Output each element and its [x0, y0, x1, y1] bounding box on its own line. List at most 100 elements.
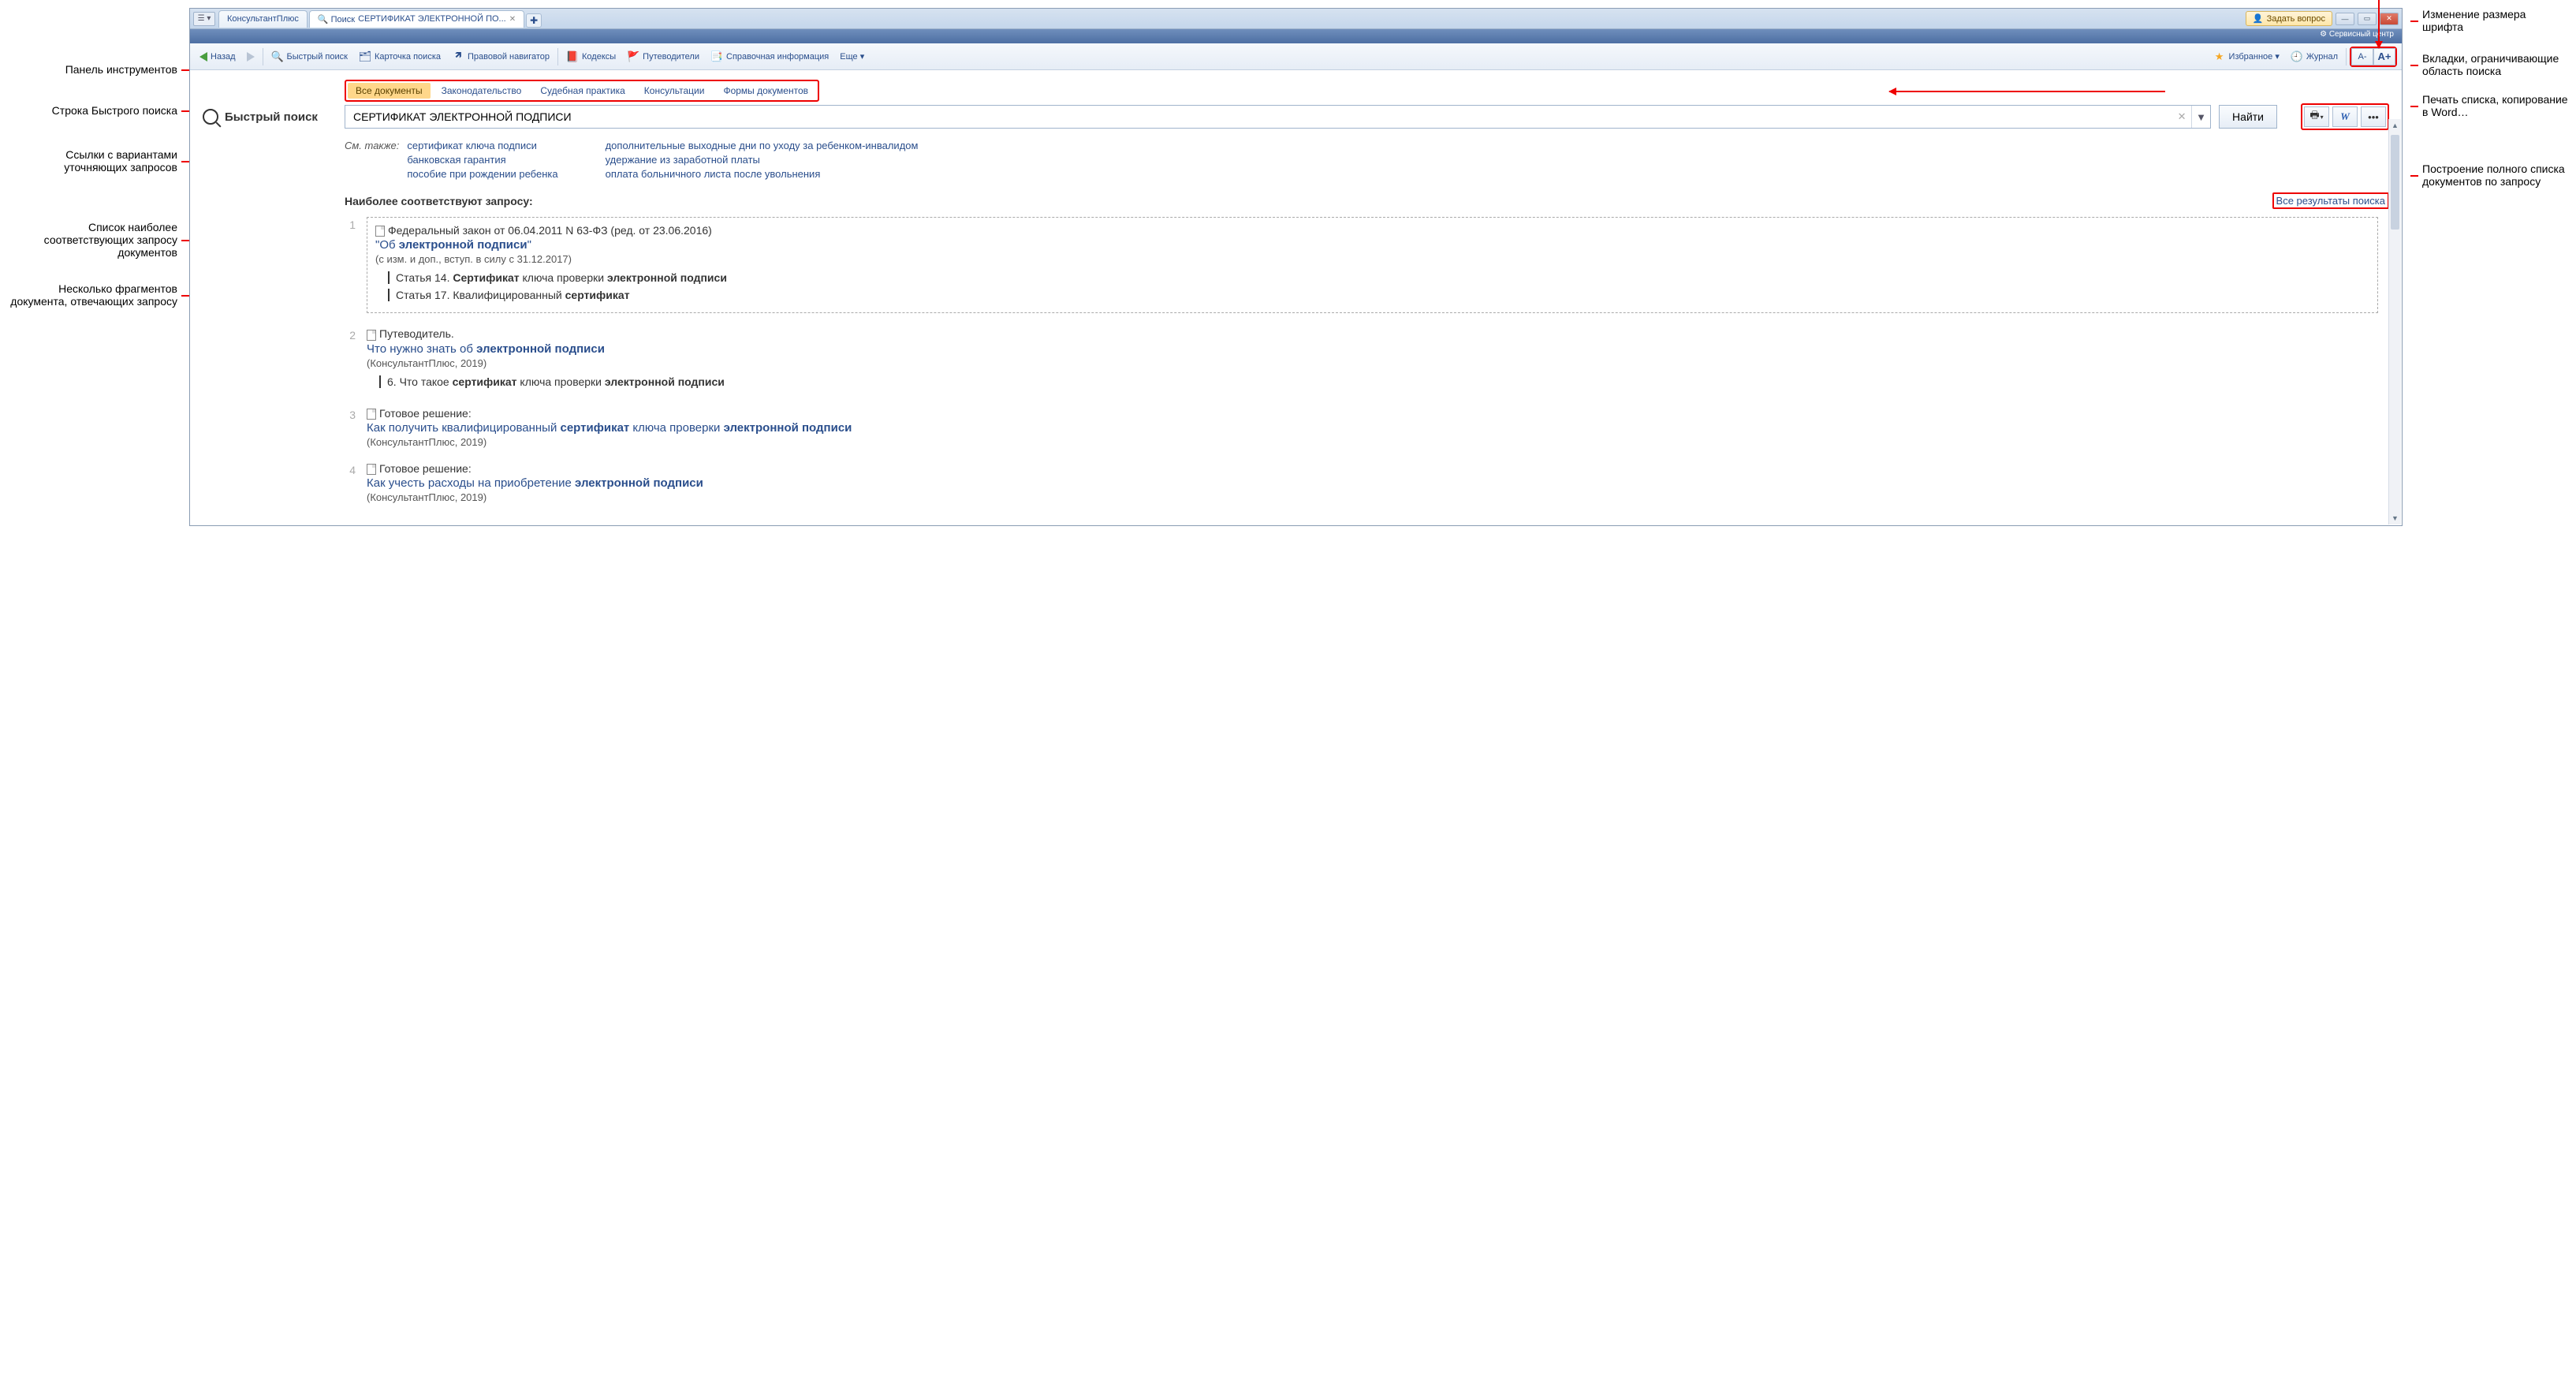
result-title-link[interactable]: Как получить квалифицированный сертифика…: [367, 421, 2378, 435]
annotation-searchtabs: Вкладки, ограничивающие область поиска: [2410, 52, 2568, 77]
result-note: (КонсультантПлюс, 2019): [367, 491, 2378, 503]
result-meta: Федеральный закон от 06.04.2011 N 63-ФЗ …: [375, 224, 2369, 237]
magnifier-large-icon: [203, 109, 218, 125]
book-icon: 📕: [566, 50, 579, 63]
back-button[interactable]: Назад: [195, 50, 240, 64]
annotation-toolbar: Панель инструментов: [8, 63, 189, 76]
clear-search-button[interactable]: ✕: [2172, 106, 2191, 128]
result-row: 2Путеводитель.Что нужно знать об электро…: [340, 327, 2378, 392]
ask-label: Задать вопрос: [2267, 14, 2325, 24]
word-icon: W: [2340, 110, 2350, 123]
signpost-icon: 🚩: [627, 50, 639, 63]
suggestion-link[interactable]: дополнительные выходные дни по уходу за …: [606, 140, 919, 151]
annotation-links: Ссылки с вариантами уточняющих запросов: [8, 148, 189, 174]
document-icon: [367, 409, 376, 420]
result-meta: Готовое решение:: [367, 462, 2378, 475]
close-icon[interactable]: ✕: [509, 15, 516, 24]
journal-label: Журнал: [2306, 52, 2338, 62]
result-title-link[interactable]: "Об электронной подписи": [375, 238, 2369, 252]
tab-search-prefix: 🔍 Поиск: [318, 14, 355, 24]
tab-home[interactable]: КонсультантПлюс: [218, 10, 308, 28]
suggestion-link[interactable]: пособие при рождении ребенка: [407, 168, 557, 180]
suggestion-link[interactable]: банковская гарантия: [407, 154, 557, 166]
all-results-link[interactable]: Все результаты поиска: [2272, 192, 2389, 209]
scrollbar-thumb[interactable]: [2391, 135, 2399, 230]
print-button[interactable]: 🖶▾: [2304, 106, 2329, 127]
result-body: Путеводитель.Что нужно знать об электрон…: [367, 327, 2378, 392]
service-center-link[interactable]: ⚙ Сервисный центр: [190, 29, 2402, 43]
result-fragments: Статья 14. Сертификат ключа проверки эле…: [375, 271, 2369, 301]
result-fragment-link[interactable]: 6. Что такое сертификат ключа проверки э…: [379, 375, 2378, 388]
document-icon: [367, 464, 376, 475]
result-title-link[interactable]: Как учесть расходы на приобретение элект…: [367, 476, 2378, 490]
see-also-section: См. также: сертификат ключа подписи банк…: [190, 136, 2402, 186]
journal-button[interactable]: 🕘 Журнал: [2286, 48, 2343, 65]
printer-icon: 🖶: [2309, 108, 2319, 125]
result-fragment-link[interactable]: Статья 17. Квалифицированный сертификат: [388, 289, 2369, 301]
magnifier-icon: 🔍: [271, 50, 284, 63]
ask-question-button[interactable]: 👤 Задать вопрос: [2246, 11, 2332, 26]
scroll-up-icon[interactable]: ▲: [2389, 119, 2401, 132]
see-also-label: См. также:: [345, 140, 399, 180]
forward-button[interactable]: [242, 50, 259, 64]
arrow-back-icon: [199, 52, 207, 62]
favorites-label: Избранное ▾: [2229, 51, 2280, 62]
titlebar: ☰ ▾ КонсультантПлюс 🔍 Поиск СЕРТИФИКАТ Э…: [190, 9, 2402, 29]
document-icon: [375, 226, 385, 237]
person-icon: 👤: [2253, 13, 2264, 24]
search-tab-legislation[interactable]: Законодательство: [434, 83, 530, 99]
more-actions-button[interactable]: •••: [2361, 106, 2386, 127]
new-tab-button[interactable]: ✚: [526, 13, 542, 28]
maximize-button[interactable]: ▭: [2358, 13, 2377, 25]
search-dropdown-button[interactable]: ▼: [2191, 106, 2210, 128]
legal-navigator-button[interactable]: 🡽 Правовой навигатор: [447, 48, 554, 65]
annotation-fontsize: Изменение размера шрифта: [2410, 8, 2568, 33]
tab-search[interactable]: 🔍 Поиск СЕРТИФИКАТ ЭЛЕКТРОННОЙ ПО... ✕: [309, 10, 524, 28]
arrow-to-fontsize: [2378, 0, 2380, 48]
result-title-link[interactable]: Что нужно знать об электронной подписи: [367, 342, 2378, 356]
font-decrease-button[interactable]: A-: [2351, 48, 2373, 65]
suggestion-link[interactable]: удержание из заработной платы: [606, 154, 919, 166]
card-icon: 🗂: [359, 50, 371, 63]
info-icon: 📑: [710, 50, 723, 63]
search-tab-forms[interactable]: Формы документов: [715, 83, 816, 99]
results-title: Наиболее соответствуют запросу:: [345, 195, 533, 207]
result-fragment-link[interactable]: Статья 14. Сертификат ключа проверки эле…: [388, 271, 2369, 284]
search-submit-button[interactable]: Найти: [2219, 105, 2277, 129]
guides-button[interactable]: 🚩 Путеводители: [622, 48, 704, 65]
font-increase-button[interactable]: A+: [2373, 48, 2395, 65]
app-menu-button[interactable]: ☰ ▾: [193, 12, 215, 26]
annotation-list: Список наиболее соответствующих запросу …: [8, 221, 189, 259]
search-card-button[interactable]: 🗂 Карточка поиска: [354, 48, 445, 65]
word-export-button[interactable]: W: [2332, 106, 2358, 127]
result-number: 3: [340, 407, 356, 448]
search-input[interactable]: [345, 106, 2172, 128]
vertical-scrollbar[interactable]: ▲ ▼: [2388, 119, 2401, 525]
annotation-fragments: Несколько фрагментов документа, отвечающ…: [8, 282, 189, 308]
search-scope-tabs: Все документы Законодательство Судебная …: [345, 80, 819, 102]
guides-label: Путеводители: [643, 52, 699, 62]
arrow-to-tabs: [1889, 91, 2165, 92]
more-button[interactable]: Еще ▾: [835, 49, 869, 64]
suggestion-link[interactable]: оплата больничного листа после увольнени…: [606, 168, 919, 180]
search-tab-court[interactable]: Судебная практика: [532, 83, 632, 99]
annotation-fulllist: Построение полного списка документов по …: [2410, 162, 2568, 188]
result-body: Федеральный закон от 06.04.2011 N 63-ФЗ …: [367, 217, 2378, 313]
font-size-controls: A- A+: [2350, 47, 2397, 67]
favorites-button[interactable]: ★ Избранное ▾: [2209, 48, 2284, 65]
card-label: Карточка поиска: [375, 52, 441, 62]
close-button[interactable]: ✕: [2380, 13, 2399, 25]
result-body: Готовое решение:Как получить квалифициро…: [367, 407, 2378, 448]
search-tab-all[interactable]: Все документы: [348, 83, 431, 99]
search-tab-consult[interactable]: Консультации: [636, 83, 713, 99]
suggestion-link[interactable]: сертификат ключа подписи: [407, 140, 557, 151]
ellipsis-icon: •••: [2368, 111, 2379, 123]
result-body: Готовое решение:Как учесть расходы на пр…: [367, 462, 2378, 503]
codex-button[interactable]: 📕 Кодексы: [561, 48, 621, 65]
minimize-button[interactable]: —: [2336, 13, 2354, 25]
results-header: Наиболее соответствуют запросу: Все резу…: [190, 186, 2402, 212]
result-fragments: 6. Что такое сертификат ключа проверки э…: [367, 375, 2378, 388]
reference-info-button[interactable]: 📑 Справочная информация: [706, 48, 833, 65]
scroll-down-icon[interactable]: ▼: [2389, 512, 2401, 525]
quick-search-button[interactable]: 🔍 Быстрый поиск: [267, 48, 352, 65]
